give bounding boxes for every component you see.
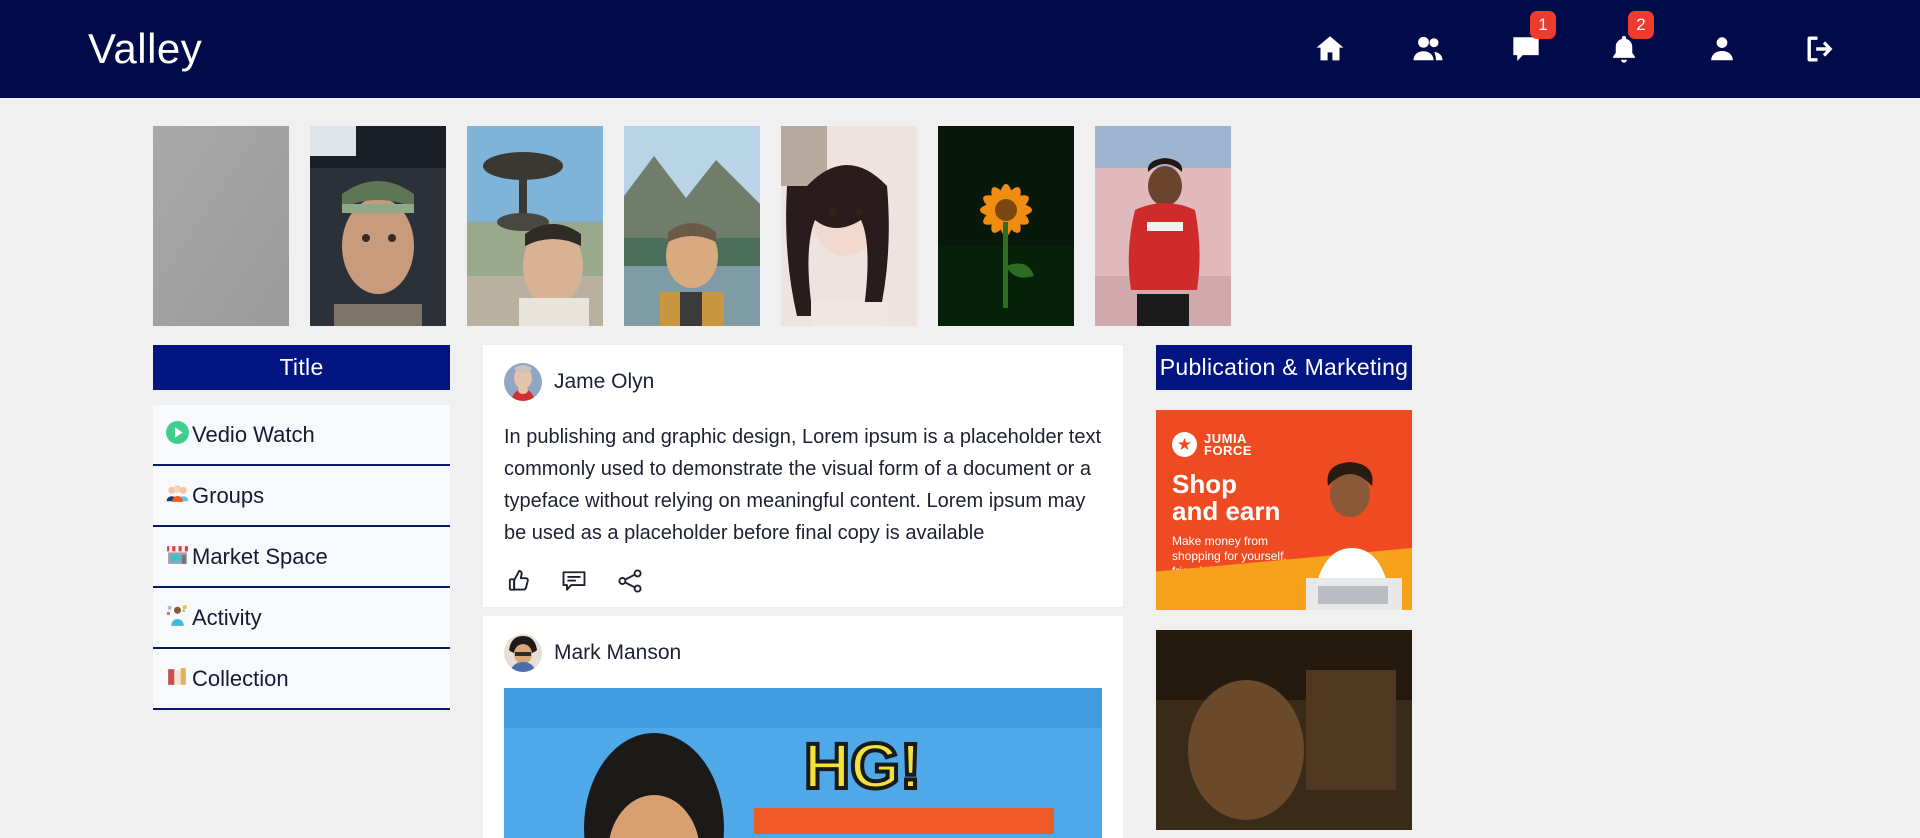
feed-post: Jame Olyn In publishing and graphic desi… [483,345,1123,607]
star-icon: ★ [1172,432,1197,457]
ad-model-photo [1292,460,1412,610]
story-image [938,126,1074,326]
groups-icon [165,481,190,510]
friends-icon[interactable] [1406,27,1450,71]
story-card[interactable] [310,126,446,326]
story-image [1095,126,1231,326]
home-icon[interactable] [1308,27,1352,71]
story-card[interactable] [781,126,917,326]
story-card[interactable] [467,126,603,326]
story-card[interactable] [1095,126,1231,326]
right-sidebar: Publication & Marketing ★ JUMIA FORCE Sh… [1156,345,1412,830]
ad-model-image [1306,462,1402,610]
jumia-brand-line2: FORCE [1204,442,1252,458]
profile-icon[interactable] [1700,27,1744,71]
secondary-ad[interactable] [1156,630,1412,830]
post-author-name[interactable]: Mark Manson [554,641,681,665]
story-card[interactable] [153,126,289,326]
sidebar-menu: Vedio Watch Groups Market Space Activity… [153,405,450,710]
svg-text:HG!: HG! [804,730,921,802]
secondary-ad-image [1156,630,1412,830]
like-icon[interactable] [504,567,532,595]
sidebar-item-label: Groups [192,482,265,508]
activity-icon [165,603,190,632]
top-navigation-bar: Valley 1 2 [0,0,1920,98]
collection-icon [165,664,190,693]
notifications-badge: 2 [1628,11,1654,39]
post-action-bar [504,567,1102,595]
nav-icon-group: 1 2 [1308,0,1842,98]
notifications-icon[interactable]: 2 [1602,11,1654,71]
avatar[interactable] [504,363,542,401]
left-sidebar: Title Vedio Watch Groups Market Space Ac… [153,345,450,710]
story-placeholder-image [153,126,289,326]
sidebar-title: Title [153,345,450,390]
story-image [310,126,446,326]
video-play-icon [165,420,190,449]
comment-icon[interactable] [560,567,588,595]
feed-column: Jame Olyn In publishing and graphic desi… [483,345,1123,838]
post-header: Jame Olyn [504,363,1102,401]
jumia-ad-content: ★ JUMIA FORCE Shop and earn Make money f… [1156,410,1412,610]
logout-icon[interactable] [1798,27,1842,71]
sidebar-item-market-space[interactable]: Market Space [153,527,450,588]
post-media-image: HG! [504,688,1102,838]
main-layout: Title Vedio Watch Groups Market Space Ac… [0,325,1920,838]
post-media[interactable]: HG! [504,688,1102,838]
sidebar-item-label: Vedio Watch [192,421,315,447]
post-header: Mark Manson [504,634,1102,672]
sidebar-item-groups[interactable]: Groups [153,466,450,527]
share-icon[interactable] [616,567,644,595]
sidebar-item-label: Activity [192,604,262,630]
avatar[interactable] [504,634,542,672]
post-author-name[interactable]: Jame Olyn [554,370,654,394]
messages-badge: 1 [1530,11,1556,39]
post-body-text: In publishing and graphic design, Lorem … [504,426,1102,544]
sidebar-item-vedio-watch[interactable]: Vedio Watch [153,405,450,466]
sidebar-item-collection[interactable]: Collection [153,649,450,710]
story-card[interactable] [624,126,760,326]
market-store-icon [165,542,190,571]
app-logo[interactable]: Valley [88,25,202,73]
avatar-image [504,634,542,672]
jumia-logo: ★ JUMIA FORCE [1172,432,1396,457]
jumia-logo-text: JUMIA FORCE [1204,432,1252,458]
sidebar-item-label: Collection [192,665,289,691]
right-panel-title: Publication & Marketing [1156,345,1412,390]
avatar-image [504,363,542,401]
sidebar-item-label: Market Space [192,543,328,569]
stories-strip [0,98,1920,326]
story-image [781,126,917,326]
sidebar-item-activity[interactable]: Activity [153,588,450,649]
story-image [624,126,760,326]
story-card[interactable] [938,126,1074,326]
story-image [467,126,603,326]
secondary-ad-content [1156,630,1412,830]
messages-icon[interactable]: 1 [1504,11,1556,71]
jumia-force-ad[interactable]: ★ JUMIA FORCE Shop and earn Make money f… [1156,410,1412,610]
feed-post: Mark Manson HG! [483,616,1123,838]
